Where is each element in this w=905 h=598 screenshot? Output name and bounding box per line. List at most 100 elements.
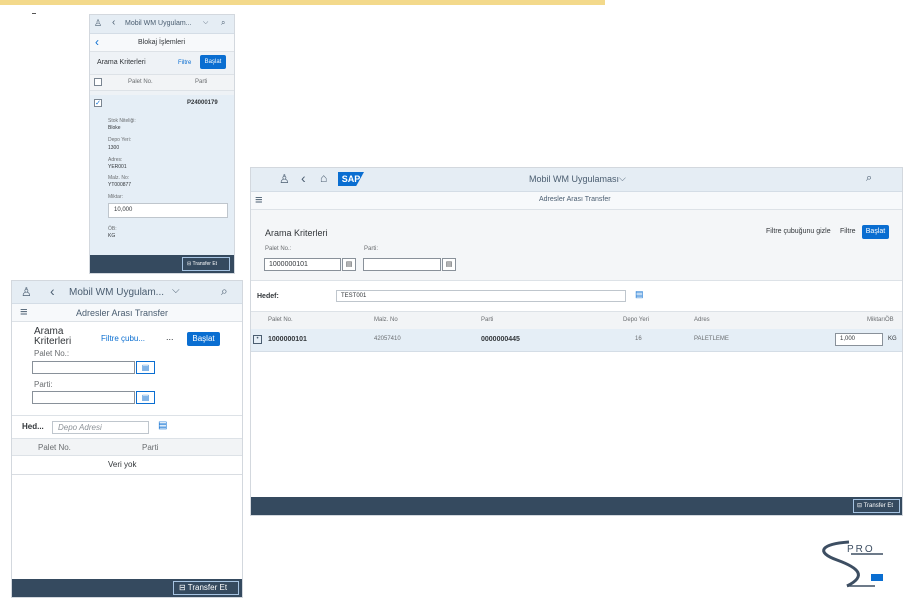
- palet-label: Palet No.:: [34, 349, 70, 358]
- shell-bar: ♙ ‹ Mobil WM Uygulam... ⌵ ⌕: [90, 15, 234, 34]
- detail-label-2: Adres:: [108, 157, 123, 163]
- filter-bar-toggle[interactable]: Filtre çubu...: [101, 334, 145, 343]
- chevron-down-icon[interactable]: ⌵: [203, 19, 208, 26]
- table-row[interactable]: ✓ P24000179 Stok Niteliği: Bloke Depo Ye…: [90, 95, 234, 255]
- qty-input[interactable]: 10,000: [108, 203, 228, 218]
- chevron-down-icon[interactable]: ⌵: [172, 286, 180, 296]
- menu-icon[interactable]: ≡: [20, 305, 28, 318]
- pro-logo-badge-icon: [871, 574, 883, 581]
- search-icon[interactable]: ⌕: [221, 285, 228, 297]
- row-parti: 0000000445: [481, 336, 520, 343]
- back-icon[interactable]: ‹: [301, 171, 306, 185]
- row-malz: 42057410: [374, 336, 401, 342]
- table-header: Palet No. Parti: [12, 439, 242, 456]
- page-title: Adresler Arası Transfer: [539, 196, 611, 203]
- chevron-down-icon[interactable]: ⌵: [619, 174, 626, 183]
- more-button[interactable]: ...: [166, 332, 174, 342]
- row-qty-input[interactable]: 1,000: [835, 333, 883, 346]
- target-label: Hedef:: [257, 293, 279, 300]
- row-uom: KG: [888, 336, 897, 342]
- row-palet: P24000179: [187, 100, 218, 106]
- parti-value-help[interactable]: ▤: [442, 258, 456, 271]
- user-icon[interactable]: ♙: [94, 19, 102, 28]
- uom-label: ÖB:: [108, 226, 117, 232]
- phone-blokaj-panel: ♙ ‹ Mobil WM Uygulam... ⌵ ⌕ ‹ Blokaj İşl…: [89, 14, 235, 274]
- shell-bar: ♙ ‹ ⌂ SAP Mobil WM Uygulaması ⌵ ⌕: [251, 168, 902, 192]
- transfer-button[interactable]: ⊟ Transfer Et: [853, 499, 900, 513]
- transfer-label: Transfer Et: [187, 583, 228, 592]
- hide-filter-bar-button[interactable]: Filtre çubuğunu gizle: [766, 228, 831, 235]
- palet-value-help[interactable]: ▤: [136, 361, 155, 374]
- uom-value: KG: [108, 233, 116, 239]
- parti-value-help[interactable]: ▤: [136, 391, 155, 404]
- menu-icon[interactable]: ≡: [255, 193, 263, 206]
- start-button[interactable]: Başlat: [187, 332, 220, 346]
- row-depo: 16: [635, 336, 642, 342]
- sap-logo: SAP: [338, 172, 364, 186]
- table-header: Palet No. Parti: [90, 74, 234, 91]
- phone-transfer-panel: ♙ ‹ Mobil WM Uygulam... ⌵ ⌕ ≡ Adresler A…: [11, 280, 243, 598]
- home-icon[interactable]: ⌂: [320, 172, 327, 184]
- row-checkbox[interactable]: ✓: [94, 99, 102, 107]
- col-depo: Depo Yeri: [623, 317, 650, 323]
- back-icon[interactable]: ‹: [112, 18, 115, 28]
- target-input[interactable]: Depo Adresi: [52, 421, 149, 434]
- table-row[interactable]: • 1000000101 42057410 0000000445 16 PALE…: [251, 329, 902, 352]
- filter-button[interactable]: Filtre: [840, 228, 856, 235]
- detail-value-0: Bloke: [108, 125, 121, 131]
- shell-bar: ♙ ‹ Mobil WM Uygulam... ⌵ ⌕: [12, 281, 242, 304]
- parti-label: Parti:: [364, 246, 379, 252]
- detail-label-3: Malz. No:: [108, 175, 130, 181]
- detail-value-2: YER001: [108, 164, 127, 170]
- filter-button[interactable]: Filtre: [178, 60, 191, 66]
- palet-input[interactable]: [32, 361, 135, 374]
- palet-value-help[interactable]: ▤: [342, 258, 356, 271]
- target-input[interactable]: TEST001: [336, 290, 626, 302]
- filter-bar: Arama Kriterleri Filtre çubu... ... Başl…: [12, 322, 242, 416]
- qty-label: Miktar:: [108, 194, 123, 200]
- transfer-icon: ⊟: [857, 503, 863, 509]
- section-title: Arama Kriterleri: [265, 228, 328, 238]
- transfer-label: Transfer Et: [192, 261, 218, 267]
- start-button[interactable]: Başlat: [862, 225, 889, 239]
- footer-toolbar: ⊟ Transfer Et: [12, 579, 242, 597]
- palet-label: Palet No.:: [265, 246, 292, 252]
- col-parti: Parti: [195, 79, 208, 85]
- section-title: Arama Kriterleri: [97, 59, 146, 66]
- shell-title[interactable]: Mobil WM Uygulam...: [125, 20, 192, 27]
- start-button[interactable]: Başlat: [200, 55, 226, 69]
- user-icon[interactable]: ♙: [21, 286, 32, 298]
- shell-title[interactable]: Mobil WM Uygulaması: [529, 174, 619, 184]
- parti-input[interactable]: [363, 258, 441, 271]
- search-icon[interactable]: ⌕: [221, 19, 225, 27]
- back-icon[interactable]: ‹: [50, 284, 55, 298]
- target-row: Hedef: TEST001 ▤: [251, 281, 902, 310]
- page-header: ≡ Adresler Arası Transfer: [12, 304, 242, 322]
- row-palet: 1000000101: [268, 336, 307, 343]
- detail-value-1: 1300: [108, 145, 120, 151]
- transfer-button[interactable]: ⊟ Transfer Et: [173, 581, 239, 595]
- pro-logo-text: PRO: [847, 544, 875, 555]
- transfer-button[interactable]: ⊟ Transfer Et: [182, 257, 230, 271]
- target-value-help-icon[interactable]: ▤: [635, 290, 644, 299]
- col-palet: Palet No.: [128, 79, 153, 85]
- parti-input[interactable]: [32, 391, 135, 404]
- select-all-checkbox[interactable]: [94, 78, 102, 86]
- search-icon[interactable]: ⌕: [866, 173, 872, 184]
- row-select-icon[interactable]: •: [253, 335, 262, 344]
- transfer-label: Transfer Et: [863, 503, 894, 509]
- user-icon[interactable]: ♙: [279, 173, 290, 185]
- transfer-icon: ⊟: [179, 583, 186, 592]
- section-title: Arama Kriterleri: [34, 326, 72, 347]
- col-palet: Palet No.: [268, 317, 293, 323]
- target-value-help-icon[interactable]: ▤: [158, 421, 167, 431]
- nav-back-icon[interactable]: ‹: [95, 36, 99, 48]
- footer-toolbar: ⊟ Transfer Et: [90, 255, 234, 273]
- detail-label-0: Stok Niteliği:: [108, 118, 136, 124]
- row-adres: PALETLEME: [694, 336, 729, 342]
- shell-title[interactable]: Mobil WM Uygulam...: [69, 287, 164, 298]
- dash-mark: [32, 13, 36, 14]
- palet-input[interactable]: 1000000101: [264, 258, 341, 271]
- top-accent-bar: [0, 0, 605, 5]
- detail-label-1: Depo Yeri:: [108, 137, 132, 143]
